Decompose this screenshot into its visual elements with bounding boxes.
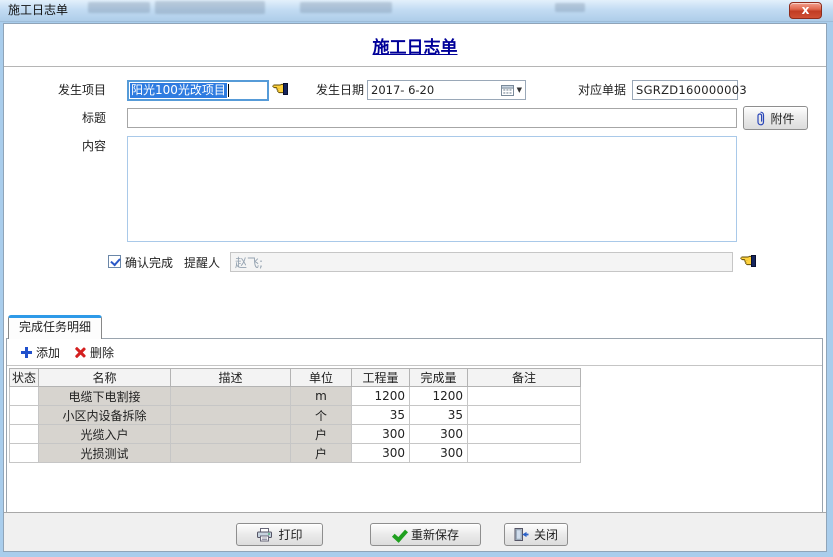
save-button[interactable]: 重新保存 [370,523,481,546]
cell-unit: 个 [291,406,352,425]
add-row-button[interactable]: 添加 [21,344,60,361]
book-icon [283,83,288,95]
content-textarea[interactable] [127,136,737,242]
calendar-icon [501,84,514,96]
column-header-unit: 单位 [291,369,352,387]
cell-done[interactable]: 300 [410,425,468,444]
doc-number-value: SGRZD160000003 [636,83,747,97]
cell-desc [171,444,291,463]
chevron-down-icon[interactable]: ▼ [517,86,522,94]
exit-door-icon [514,528,529,541]
detail-toolbar: 添加 删除 [7,339,822,366]
cell-note[interactable] [468,444,581,463]
cell-unit: 户 [291,425,352,444]
delete-x-icon [74,346,86,358]
tab-completed-task-detail[interactable]: 完成任务明细 [8,315,102,339]
book-icon [751,255,756,267]
detail-panel: 添加 删除 状态名称描述单位工程量完成量备注 电缆下电割接m12001200小区… [6,338,823,513]
print-button-label: 打印 [278,526,302,543]
content-label: 内容 [18,136,106,156]
column-header-status: 状态 [10,369,39,387]
cell-unit: m [291,387,352,406]
attachment-button[interactable]: 附件 [743,106,808,130]
cell-desc [171,406,291,425]
title-input[interactable] [127,108,737,128]
column-header-done: 完成量 [410,369,468,387]
titlebar[interactable]: 施工日志单 x [0,0,833,22]
cell-desc [171,387,291,406]
close-form-button[interactable]: 关闭 [504,523,568,546]
doc-label: 对应单据 [560,80,626,100]
attachment-button-label: 附件 [770,110,794,127]
add-row-label: 添加 [36,344,60,361]
project-label: 发生项目 [18,80,106,100]
doc-number-field[interactable]: SGRZD160000003 [632,80,738,100]
footer-bar: 打印 重新保存 关闭 [4,512,826,551]
cell-done[interactable]: 300 [410,444,468,463]
task-table: 状态名称描述单位工程量完成量备注 电缆下电割接m12001200小区内设备拆除个… [9,368,581,463]
table-row: 小区内设备拆除个3535 [10,406,581,425]
titlebar-ghost [555,3,585,12]
delete-row-label: 删除 [90,344,114,361]
cell-name: 小区内设备拆除 [39,406,171,425]
cell-name: 电缆下电割接 [39,387,171,406]
column-header-qty: 工程量 [352,369,410,387]
reminder-label: 提醒人 [184,253,230,273]
project-input-selected-text: 阳光100光改项目 [130,83,227,98]
cell-name: 光缆入户 [39,425,171,444]
date-value: 2017- 6-20 [371,83,501,97]
title-label: 标题 [18,108,106,128]
page-title: 施工日志单 [4,33,826,58]
cell-qty[interactable]: 35 [352,406,410,425]
titlebar-ghost [88,2,150,13]
date-picker[interactable]: 2017- 6-20 ▼ [367,80,526,100]
window-body: 施工日志单 发生项目 阳光100光改项目 ☚ 发生日期 2017- 6-20 [0,22,833,557]
table-body: 电缆下电割接m12001200小区内设备拆除个3535光缆入户户300300光损… [10,387,581,463]
header-divider [4,66,826,67]
close-window-button[interactable]: x [789,2,822,19]
project-lookup-hand-icon[interactable]: ☚ [272,81,296,99]
project-input[interactable]: 阳光100光改项目 [127,80,269,101]
cell-qty[interactable]: 300 [352,444,410,463]
confirm-complete-label: 确认完成 [125,253,183,273]
table-header-row: 状态名称描述单位工程量完成量备注 [10,369,581,387]
paperclip-icon [756,111,765,126]
cell-note[interactable] [468,425,581,444]
cell-note[interactable] [468,387,581,406]
column-header-desc: 描述 [171,369,291,387]
confirm-complete-checkbox[interactable] [108,255,121,268]
cell-done[interactable]: 1200 [410,387,468,406]
cell-status[interactable] [10,387,39,406]
printer-icon [256,528,273,542]
cell-status[interactable] [10,406,39,425]
window-title: 施工日志单 [8,0,68,21]
cell-status[interactable] [10,425,39,444]
table-row: 光缆入户户300300 [10,425,581,444]
date-label: 发生日期 [300,80,364,100]
titlebar-ghost [155,1,265,14]
cell-unit: 户 [291,444,352,463]
cell-qty[interactable]: 1200 [352,387,410,406]
cell-done[interactable]: 35 [410,406,468,425]
table-row: 电缆下电割接m12001200 [10,387,581,406]
form-surface: 施工日志单 发生项目 阳光100光改项目 ☚ 发生日期 2017- 6-20 [3,23,827,552]
cell-name: 光损测试 [39,444,171,463]
close-form-button-label: 关闭 [534,526,558,543]
titlebar-ghost [300,2,392,13]
reminder-input [230,252,733,272]
green-check-icon [392,528,406,541]
delete-row-button[interactable]: 删除 [74,344,114,361]
reminder-lookup-hand-icon[interactable]: ☚ [740,253,764,271]
cell-status[interactable] [10,444,39,463]
text-caret [228,84,229,97]
cell-note[interactable] [468,406,581,425]
column-header-name: 名称 [39,369,171,387]
cell-desc [171,425,291,444]
table-row: 光损测试户300300 [10,444,581,463]
column-header-note: 备注 [468,369,581,387]
plus-icon [21,347,32,358]
print-button[interactable]: 打印 [236,523,323,546]
save-button-label: 重新保存 [411,526,459,543]
cell-qty[interactable]: 300 [352,425,410,444]
